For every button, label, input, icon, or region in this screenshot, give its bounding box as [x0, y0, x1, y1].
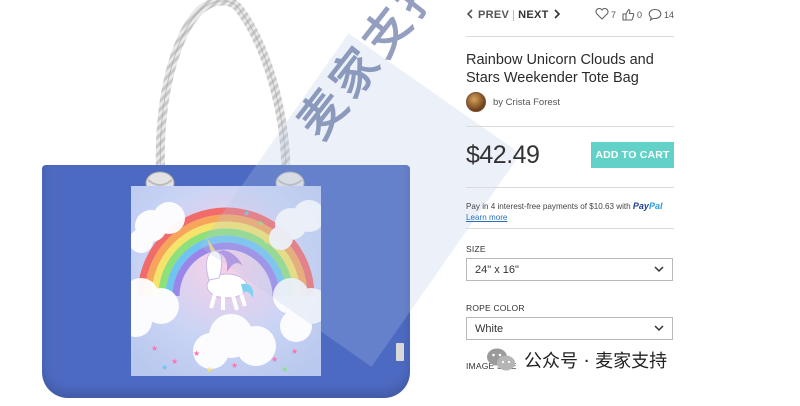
- size-value: 24" x 16": [475, 263, 519, 276]
- favorite-button[interactable]: 7: [595, 7, 616, 22]
- svg-text:★: ★: [193, 349, 200, 358]
- svg-text:★: ★: [206, 365, 213, 374]
- paypal-logo-pal: Pal: [648, 201, 663, 211]
- divider: [466, 228, 674, 229]
- size-select[interactable]: 24" x 16": [466, 258, 673, 281]
- next-label: NEXT: [518, 9, 549, 21]
- bag-label-tag: [396, 343, 404, 361]
- divider: [466, 36, 674, 37]
- channel-name: 公众号 · 麦家支持: [524, 351, 668, 372]
- prev-link[interactable]: PREV: [466, 8, 510, 22]
- rope-color-label: ROPE COLOR: [466, 303, 525, 313]
- svg-text:★: ★: [281, 365, 288, 374]
- comments-button[interactable]: 14: [648, 8, 674, 23]
- channel-watermark: 公众号 · 麦家支持: [486, 347, 667, 373]
- top-navigation: PREV NEXT 7 0 14: [466, 6, 674, 24]
- chevron-left-icon: [466, 8, 474, 22]
- thumbs-up-icon: [622, 8, 635, 23]
- paypal-installments: Pay in 4 interest-free payments of $10.6…: [466, 201, 678, 223]
- chevron-right-icon: [553, 8, 561, 22]
- nav-divider: [513, 9, 515, 21]
- svg-text:★: ★: [231, 361, 238, 370]
- comment-bubble-icon: [648, 8, 662, 23]
- divider: [466, 126, 674, 127]
- learn-more-link[interactable]: Learn more: [466, 212, 678, 223]
- social-actions: 7 0 14: [595, 7, 674, 23]
- chevron-down-icon: [654, 264, 664, 276]
- paypal-text: Pay in 4 interest-free payments of $10.6…: [466, 202, 631, 211]
- product-image[interactable]: ★ ★ ★ ★ ★ ★ ★ ★ ★ ★ ★ ★ 麦家支持: [0, 0, 521, 406]
- rope-color-select[interactable]: White: [466, 317, 673, 340]
- svg-text:★: ★: [161, 363, 168, 372]
- wechat-icon: [486, 347, 516, 373]
- next-link[interactable]: NEXT: [518, 8, 561, 22]
- product-detail-panel: PREV NEXT 7 0 14 Rainbow Unicorn Clouds …: [466, 0, 674, 406]
- paypal-logo-pay: Pay: [632, 201, 649, 211]
- heart-icon: [595, 7, 609, 22]
- product-title: Rainbow Unicorn Clouds and Stars Weekend…: [466, 52, 654, 86]
- product-price: $42.49: [466, 141, 540, 169]
- like-button[interactable]: 0: [622, 8, 642, 23]
- paypal-logo: PayPal: [633, 201, 663, 211]
- divider: [466, 187, 674, 188]
- favorite-count: 7: [610, 10, 616, 20]
- chevron-down-icon: [654, 323, 664, 335]
- svg-text:★: ★: [171, 357, 178, 366]
- rope-color-value: White: [475, 322, 504, 335]
- svg-text:★: ★: [151, 344, 158, 353]
- creator-name[interactable]: by Crista Forest: [493, 97, 560, 108]
- svg-text:★: ★: [271, 355, 278, 364]
- svg-text:★: ★: [291, 347, 298, 356]
- comment-count: 14: [663, 10, 674, 20]
- size-label: SIZE: [466, 244, 486, 254]
- creator-info[interactable]: by Crista Forest: [466, 92, 560, 112]
- like-count: 0: [636, 10, 642, 20]
- prev-label: PREV: [478, 9, 510, 21]
- add-to-cart-button[interactable]: ADD TO CART: [591, 142, 674, 168]
- creator-avatar[interactable]: [466, 92, 486, 112]
